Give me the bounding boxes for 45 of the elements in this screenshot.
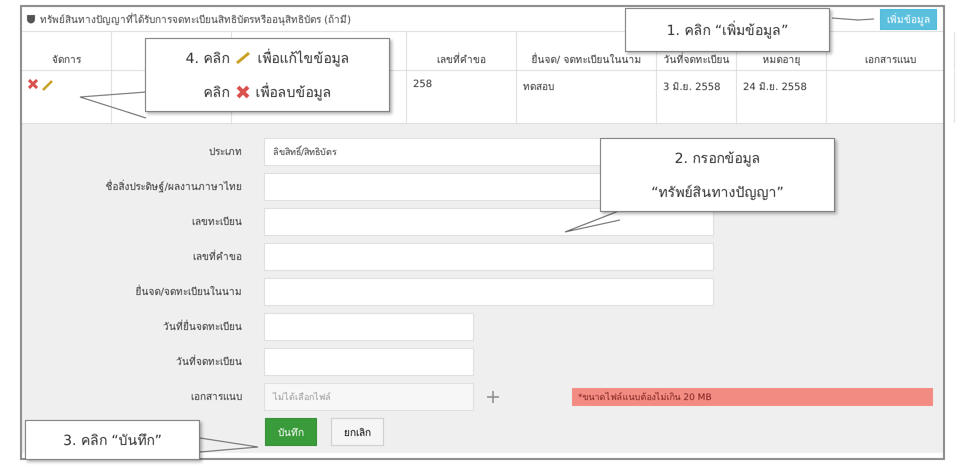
callout-text: “ทรัพย์สินทางปัญญา” bbox=[651, 184, 784, 203]
file-size-warning: *ขนาดไฟล์แนบต้องไม่เกิน 20 MB bbox=[572, 388, 933, 406]
pencil-icon bbox=[235, 51, 252, 65]
table-cell-text: 3 มิ.ย. 2558 bbox=[663, 81, 721, 94]
file-field[interactable]: ไม่ได้เลือกไฟล์ bbox=[264, 382, 474, 410]
cancel-button[interactable]: ยกเลิก bbox=[331, 418, 384, 446]
panel-title: ทรัพย์สินทางปัญญาที่ได้รับการจดทะเบียนสิทธิบัตรหรืออนุสิทธิบัตร (ถ้ามี) bbox=[40, 12, 351, 26]
callout-text: 3. คลิก “บันทึก” bbox=[63, 432, 162, 451]
column-header: เลขที่คำขอ bbox=[437, 52, 486, 67]
callout-text: เพื่อลบข้อมูล bbox=[256, 81, 332, 103]
table-cell: 258 bbox=[413, 79, 432, 90]
field-label: วันที่ยื่นจดทะเบียน bbox=[22, 319, 242, 334]
field-label: ยื่นจด/จดทะเบียนในนาม bbox=[22, 284, 242, 299]
input-field[interactable] bbox=[264, 242, 714, 270]
callout-text: คลิก bbox=[204, 84, 230, 103]
column-header: เอกสารแนบ bbox=[865, 54, 916, 67]
save-button[interactable]: บันทึก bbox=[265, 418, 317, 446]
input-field[interactable] bbox=[264, 348, 474, 376]
leader-line bbox=[80, 92, 146, 118]
field-label: เลขทะเบียน bbox=[191, 216, 242, 229]
shield-icon bbox=[26, 14, 36, 24]
leader-line bbox=[832, 18, 874, 20]
cross-icon bbox=[236, 85, 250, 99]
plus-icon[interactable] bbox=[486, 390, 500, 404]
input-field[interactable] bbox=[264, 312, 474, 340]
callout-text: เพื่อแก้ไขข้อมูล bbox=[257, 47, 350, 69]
column-header: วันที่จดทะเบียน bbox=[664, 52, 730, 67]
column-header: จัดการ bbox=[52, 54, 81, 67]
input-field[interactable] bbox=[264, 278, 714, 306]
delete-icon[interactable] bbox=[28, 79, 38, 89]
pencil-icon[interactable] bbox=[42, 79, 54, 91]
field-label: เลขที่คำขอ bbox=[22, 249, 242, 264]
add-button[interactable]: เพิ่มข้อมูล bbox=[880, 8, 937, 30]
field-label: ชื่อสิ่งประดิษฐ์/ผลงานภาษาไทย bbox=[22, 179, 242, 194]
callout-text: 4. คลิก bbox=[186, 50, 230, 69]
field-label: เอกสารแนบ bbox=[190, 391, 242, 404]
callout-text: 1. คลิก “เพิ่มข้อมูล” bbox=[666, 19, 788, 41]
leader-line bbox=[200, 438, 258, 452]
field-label: วันที่จดทะเบียน bbox=[22, 354, 242, 369]
column-header: หมดอายุ bbox=[762, 54, 800, 67]
input-field[interactable] bbox=[264, 208, 714, 236]
table-cell-text: ทดสอบ bbox=[523, 81, 554, 94]
table-cell-text: 24 มิ.ย. 2558 bbox=[743, 81, 807, 94]
column-header: ยื่นจด/ จดทะเบียนในนาม bbox=[532, 52, 642, 67]
field-label: ประเภท bbox=[208, 146, 242, 159]
